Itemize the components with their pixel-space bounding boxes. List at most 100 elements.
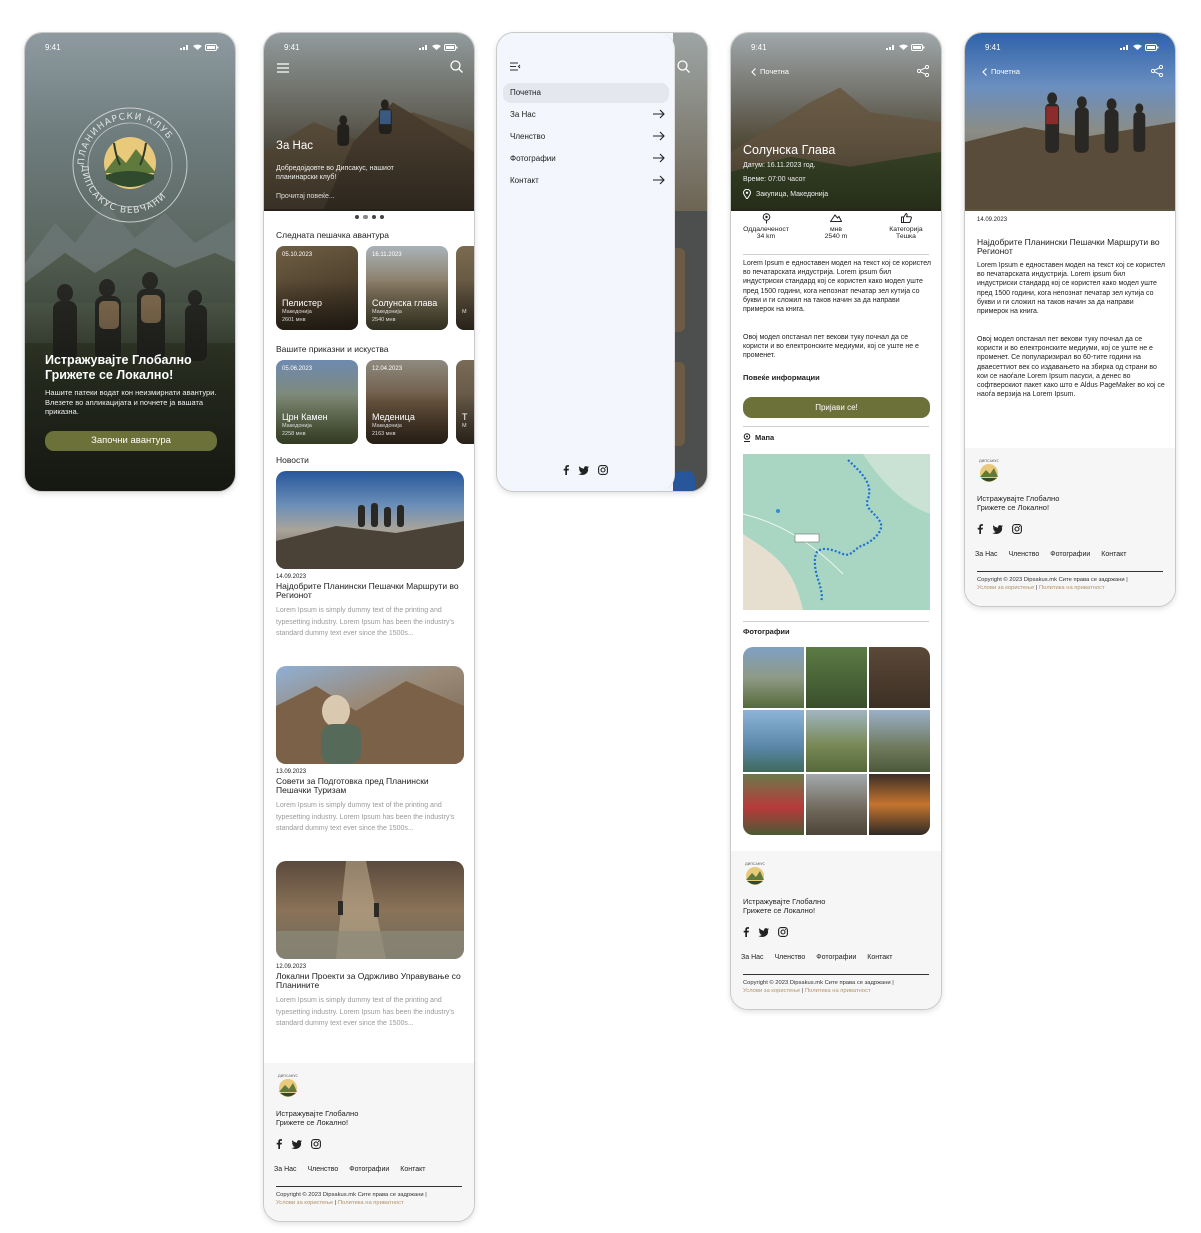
gallery-photo[interactable] xyxy=(869,710,930,772)
hike-card[interactable]: 16.11.2023 Солунска глава Македонија 254… xyxy=(366,246,448,330)
detail-hero xyxy=(731,33,941,211)
story-card[interactable]: 12.04.2023 Меденица Македонија 2163 мнв xyxy=(366,360,448,444)
footer-link-membership[interactable]: Членство xyxy=(775,954,806,961)
article-date: 14.09.2023 xyxy=(977,217,1008,223)
footer-link-photos[interactable]: Фотографии xyxy=(1050,551,1090,558)
twitter-icon[interactable] xyxy=(578,465,589,475)
story-card[interactable]: Т М xyxy=(456,360,474,444)
terms-link[interactable]: Услови за користење xyxy=(977,585,1034,591)
facebook-icon[interactable] xyxy=(743,927,749,937)
footer-link-membership[interactable]: Членство xyxy=(1009,551,1040,558)
footer-link-membership[interactable]: Членство xyxy=(308,1166,339,1173)
instagram-icon[interactable] xyxy=(598,465,608,475)
battery-icon xyxy=(444,43,458,51)
terms-link[interactable]: Услови за користење xyxy=(743,988,800,994)
share-icon[interactable] xyxy=(1151,65,1163,77)
hero-overlay xyxy=(264,33,474,211)
back-button[interactable]: Почетна xyxy=(751,67,789,76)
footer-link-about[interactable]: За Нас xyxy=(975,551,998,558)
news-item[interactable]: 13.09.2023 Совети за Подготовка пред Пла… xyxy=(276,666,464,835)
next-hikes-row: 05.10.2023 Пелистер Македонија 2601 мнв … xyxy=(276,246,474,330)
footer-link-photos[interactable]: Фотографии xyxy=(816,954,856,961)
gallery-photo[interactable] xyxy=(806,647,867,709)
section-news-title: Новости xyxy=(276,455,309,465)
footer-logo: ДИПСАКУС xyxy=(278,1074,298,1097)
register-button[interactable]: Пријави се! xyxy=(743,397,930,418)
news-title: Совети за Подготовка пред Планински Пеша… xyxy=(276,776,429,795)
arrow-right-icon xyxy=(653,153,665,163)
menu-icon[interactable] xyxy=(277,63,289,73)
search-icon[interactable] xyxy=(677,60,690,73)
privacy-link[interactable]: Политика на приватност xyxy=(1039,585,1105,591)
gallery-photo[interactable] xyxy=(743,710,804,772)
more-info-link[interactable]: Повеќе информации xyxy=(743,373,820,382)
instagram-icon[interactable] xyxy=(1012,524,1022,534)
menu-item-photos[interactable]: Фотографии xyxy=(503,149,669,169)
story-elevation: 2258 мнв xyxy=(282,431,306,437)
read-more-link[interactable]: Прочитај повеќе... xyxy=(276,193,335,200)
story-card[interactable]: 05.06.2023 Црн Камен Македонија 2258 мнв xyxy=(276,360,358,444)
footer-divider xyxy=(977,571,1163,572)
wifi-icon xyxy=(193,44,202,50)
footer-link-about[interactable]: За Нас xyxy=(741,954,764,961)
menu-close-icon[interactable] xyxy=(510,62,521,71)
article-screen: 9:41 Почетна 14.09.2023 Најдобрите Плани… xyxy=(964,32,1176,607)
hike-card[interactable]: М xyxy=(456,246,474,330)
footer-links: За Нас Членство Фотографии Контакт xyxy=(975,551,1127,558)
map-label: Мапа xyxy=(743,433,774,442)
twitter-icon[interactable] xyxy=(758,927,769,937)
footer-link-photos[interactable]: Фотографии xyxy=(349,1166,389,1173)
hero-title: За Нас xyxy=(276,140,313,152)
menu-item-about[interactable]: За Нас xyxy=(503,105,669,125)
gallery-photo[interactable] xyxy=(869,647,930,709)
news-date: 14.09.2023 xyxy=(276,574,307,580)
twitter-icon[interactable] xyxy=(291,1139,302,1149)
footer-link-contact[interactable]: Контакт xyxy=(1101,551,1126,558)
instagram-icon[interactable] xyxy=(311,1139,321,1149)
gallery-photo[interactable] xyxy=(743,647,804,709)
photos-label: Фотографии xyxy=(743,627,790,636)
facebook-icon[interactable] xyxy=(276,1139,282,1149)
footer-link-contact[interactable]: Контакт xyxy=(867,954,892,961)
map-pin-icon xyxy=(743,433,751,442)
footer-logo: ДИПСАКУС xyxy=(979,459,999,482)
menu-item-membership[interactable]: Членство xyxy=(503,127,669,147)
gallery-photo[interactable] xyxy=(743,773,804,835)
share-icon[interactable] xyxy=(917,65,929,77)
instagram-icon[interactable] xyxy=(778,927,788,937)
back-button[interactable]: Почетна xyxy=(982,67,1020,76)
gallery-photo[interactable] xyxy=(869,773,930,835)
facebook-icon[interactable] xyxy=(563,465,569,475)
story-date: 12.04.2023 xyxy=(372,366,403,372)
menu-item-home[interactable]: Почетна xyxy=(503,83,669,103)
status-icons xyxy=(180,43,219,51)
article-para-1: Lorem Ipsum е едноставен модел на текст … xyxy=(977,262,1166,316)
gallery-photo[interactable] xyxy=(806,710,867,772)
news-item[interactable]: 12.09.2023 Локални Проекти за Одржливо У… xyxy=(276,861,464,1030)
club-logo: ПЛАНИНАРСКИ КЛУБ ДИПСАКУС ВЕВЧАНИ xyxy=(72,107,188,223)
footer-link-contact[interactable]: Контакт xyxy=(400,1166,425,1173)
social-links xyxy=(977,524,1022,534)
start-adventure-button[interactable]: Започни авантура xyxy=(45,431,217,451)
gallery-photo[interactable] xyxy=(806,773,867,835)
footer-logo-text: ДИПСАКУС xyxy=(745,862,765,866)
carousel-dots[interactable] xyxy=(264,215,474,219)
hike-elevation: 2601 мнв xyxy=(282,317,306,323)
hike-region: Македонија xyxy=(372,309,402,315)
route-map[interactable] xyxy=(743,454,930,610)
privacy-link[interactable]: Политика на приватност xyxy=(338,1200,404,1206)
menu-backdrop[interactable] xyxy=(673,33,707,491)
splash-screen: 9:41 ПЛАНИНАРСКИ КЛУБ ДИПСАКУС ВЕВЧАНИ И… xyxy=(24,32,236,492)
news-item[interactable]: 14.09.2023 Најдобрите Планински Пешачки … xyxy=(276,471,464,640)
news-image xyxy=(276,861,464,959)
terms-link[interactable]: Услови за користење xyxy=(276,1200,333,1206)
search-icon[interactable] xyxy=(450,60,463,73)
twitter-icon[interactable] xyxy=(992,524,1003,534)
facebook-icon[interactable] xyxy=(977,524,983,534)
hike-card[interactable]: 05.10.2023 Пелистер Македонија 2601 мнв xyxy=(276,246,358,330)
footer-link-about[interactable]: За Нас xyxy=(274,1166,297,1173)
hike-time-line: Време: 07:00 часот xyxy=(743,176,806,183)
privacy-link[interactable]: Политика на приватност xyxy=(805,988,871,994)
menu-item-contact[interactable]: Контакт xyxy=(503,171,669,191)
footer-tagline: Истражувајте Глобално Грижете се Локално! xyxy=(276,1109,359,1127)
